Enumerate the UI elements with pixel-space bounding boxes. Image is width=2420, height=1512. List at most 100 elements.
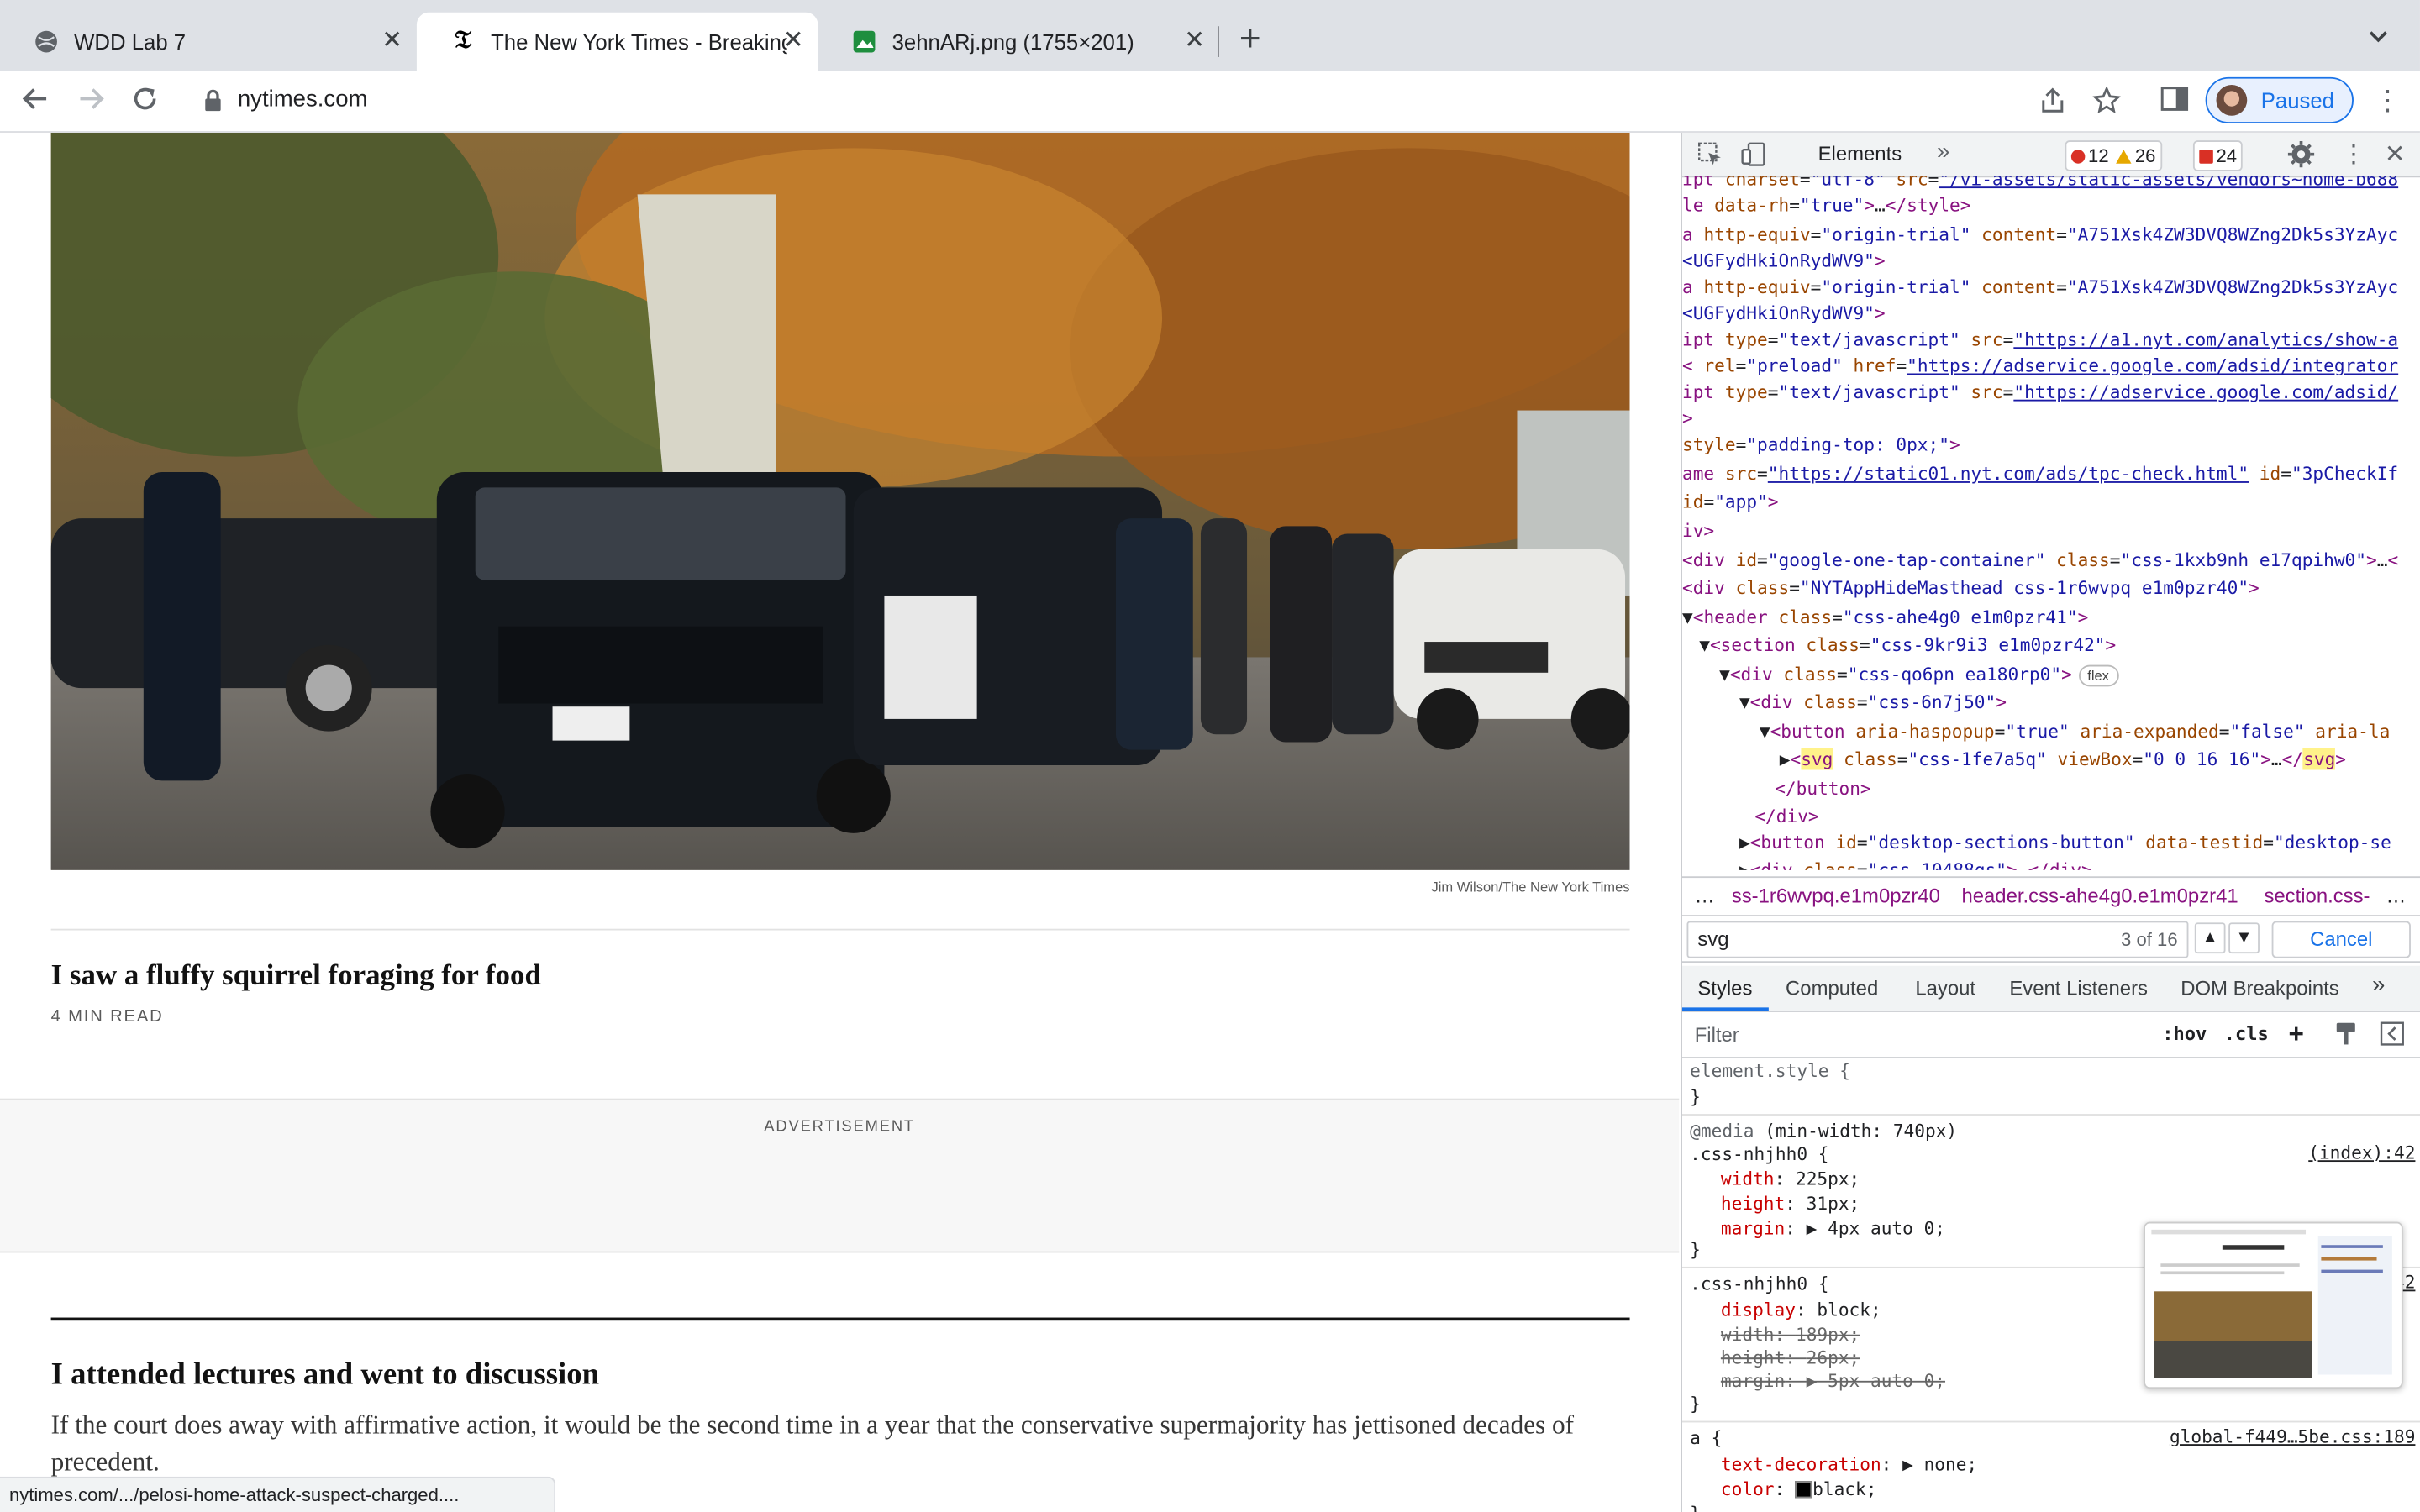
tab-styles[interactable]: Styles (1697, 977, 1752, 1000)
dom-node[interactable]: a http-equiv="origin-trial" content="A75… (1682, 275, 2398, 301)
dom-node[interactable]: < rel="preload" href="https://adservice.… (1682, 354, 2398, 380)
tab-dom-breakpoints[interactable]: DOM Breakpoints (2181, 977, 2338, 1000)
tab-wdd-lab[interactable]: WDD Lab 7 ✕ (0, 13, 417, 71)
tab-event-listeners[interactable]: Event Listeners (2009, 977, 2148, 1000)
article-headline[interactable]: I saw a fluffy squirrel foraging for foo… (51, 959, 541, 993)
new-tab-icon[interactable]: + (1239, 21, 1261, 58)
screenshot-thumbnail[interactable] (2144, 1221, 2403, 1389)
rule-selector[interactable]: .css-nhjhh0 { (1690, 1271, 1828, 1295)
close-icon[interactable]: ✕ (781, 29, 805, 54)
dom-node[interactable]: ipt charset="utf-8" src="/vi-assets/stat… (1682, 176, 2398, 192)
dom-node[interactable]: ▶<div class="css-10488qs">…</div> (1739, 858, 2092, 870)
css-property[interactable]: text-decoration: ▶ none; (1721, 1452, 1977, 1476)
side-panel-icon[interactable] (2160, 87, 2189, 119)
dom-tree[interactable]: ipt charset="utf-8" src="/vi-assets/stat… (1682, 176, 2420, 870)
add-rule-icon[interactable]: + (2289, 1018, 2304, 1047)
css-property[interactable]: display: block; (1721, 1298, 1881, 1322)
tab-computed[interactable]: Computed (1786, 977, 1878, 1000)
dom-node[interactable]: ipt type="text/javascript" src="https://… (1682, 380, 2398, 406)
css-property[interactable]: width: 225px; (1721, 1167, 1860, 1191)
breadcrumb-overflow-icon[interactable]: … (1695, 878, 1715, 915)
dom-node[interactable]: ipt type="text/javascript" src="https://… (1682, 327, 2398, 353)
forward-icon[interactable] (77, 85, 105, 118)
more-tabs-icon[interactable]: » (1937, 139, 1949, 165)
toggle-sidebar-icon[interactable] (2380, 1021, 2404, 1054)
article-summary[interactable]: If the court does away with affirmative … (51, 1407, 1579, 1481)
dom-node-selected[interactable]: ▶<svg class="css-1fe7a5q" viewBox="0 0 1… (1780, 747, 2346, 773)
devtools-menu-icon[interactable]: ⋮ (2341, 139, 2365, 170)
element-style-selector[interactable]: element.style { (1690, 1058, 1850, 1083)
issues-count[interactable]: 24 (2192, 140, 2244, 171)
reload-icon[interactable] (131, 85, 159, 118)
share-icon[interactable] (2040, 87, 2065, 122)
dom-node[interactable]: ▶<button id="desktop-sections-button" da… (1739, 830, 2391, 856)
stylesheet-link[interactable]: (index):42 (2308, 1142, 2415, 1163)
url-text[interactable]: nytimes.com (238, 87, 368, 113)
breadcrumb-more-icon[interactable]: … (2386, 878, 2407, 915)
flex-badge[interactable]: flex (2078, 664, 2118, 687)
search-query[interactable]: svg (1697, 927, 1728, 951)
lock-icon[interactable] (203, 89, 222, 119)
close-icon[interactable]: ✕ (380, 29, 404, 54)
breadcrumb-item[interactable]: header.css-ahe4g0.e1m0pzr41 (1961, 878, 2238, 915)
class-toggle[interactable]: .cls (2224, 1023, 2269, 1045)
color-swatch[interactable] (1795, 1481, 1813, 1499)
tab-image[interactable]: 3ehnARj.png (1755×201) ✕ (818, 13, 1219, 71)
tab-nytimes[interactable]: 𝔗 The New York Times - Breaking ✕ (416, 12, 818, 71)
tab-elements[interactable]: Elements (1818, 142, 1902, 165)
profile-button[interactable]: Paused (2205, 76, 2354, 123)
dom-node[interactable]: iv> (1682, 518, 1714, 544)
breadcrumb-item[interactable]: section.css- (2264, 878, 2370, 915)
dom-node[interactable]: ▼<div class="css-6n7j50"> (1739, 690, 2007, 716)
device-toolbar-icon[interactable] (1741, 142, 1765, 175)
dom-node[interactable]: ame src="https://static01.nyt.com/ads/tp… (1682, 461, 2398, 487)
previous-match-icon[interactable]: ▲ (2194, 922, 2226, 954)
chevron-down-icon[interactable] (2367, 24, 2389, 54)
bookmark-star-icon[interactable] (2092, 86, 2122, 122)
dom-node[interactable]: > (1682, 406, 1693, 432)
breadcrumb-item[interactable]: ss-1r6wvpq.e1m0pzr40 (1732, 878, 1940, 915)
inspect-element-icon[interactable] (1697, 142, 1722, 175)
address-bar[interactable]: nytimes.com (185, 76, 2136, 125)
dom-node[interactable]: id="app"> (1682, 489, 1779, 515)
dom-node[interactable]: </button> (1775, 776, 1870, 802)
dom-node[interactable]: <div class="NYTAppHideMasthead css-1r6wv… (1682, 575, 2260, 601)
stylesheet-link[interactable]: global-f449…5be.css:189 (2170, 1425, 2415, 1447)
css-property[interactable]: margin: ▶ 4px auto 0; (1721, 1215, 1945, 1240)
settings-gear-icon[interactable] (2287, 140, 2315, 176)
hover-state-toggle[interactable]: :hov (2162, 1023, 2207, 1045)
dom-node[interactable]: <div id="google-one-tap-container" class… (1682, 548, 2398, 574)
cancel-search-button[interactable]: Cancel (2271, 921, 2411, 958)
tab-layout[interactable]: Layout (1915, 977, 1975, 1000)
next-match-icon[interactable]: ▼ (2228, 922, 2260, 954)
dom-node[interactable]: ▼<button aria-haspopup="true" aria-expan… (1760, 719, 2390, 745)
article-photo[interactable] (50, 132, 1630, 870)
dom-node[interactable]: ▼<div class="css-qo6pn ea180rp0"> flex (1719, 662, 2118, 688)
dom-node[interactable]: style="padding-top: 0px;"> (1682, 432, 1960, 458)
dom-node[interactable]: a http-equiv="origin-trial" content="A75… (1682, 222, 2398, 248)
back-icon[interactable] (22, 85, 50, 118)
css-property-overridden[interactable]: margin: ▶ 5px auto 0; (1721, 1368, 1945, 1393)
css-property-overridden[interactable]: height: 26px; (1721, 1346, 1860, 1370)
css-property[interactable]: height: 31px; (1721, 1191, 1860, 1215)
rule-selector[interactable]: a { (1690, 1425, 1722, 1450)
close-devtools-icon[interactable]: ✕ (2385, 139, 2406, 170)
dom-node[interactable]: <UGFydHkiOnRydWV9"> (1682, 249, 1886, 275)
close-icon[interactable]: ✕ (1182, 29, 1207, 54)
dom-node[interactable]: ▼<section class="css-9kr9i3 e1m0pzr42"> (1699, 633, 2116, 659)
paint-brush-icon[interactable] (2335, 1021, 2357, 1054)
css-property-overridden[interactable]: width: 189px; (1721, 1322, 1860, 1347)
dom-node[interactable]: </div> (1754, 804, 1818, 830)
dom-node[interactable]: le data-rh="true">…</style> (1682, 193, 1970, 219)
dom-node[interactable]: ▼<header class="css-ahe4g0 e1m0pzr41"> (1682, 605, 2088, 631)
styles-filter-input[interactable]: Filter (1695, 1023, 1739, 1047)
property-value: 225px; (1795, 1168, 1860, 1190)
more-menu-icon[interactable]: ⋮ (2374, 85, 2402, 118)
more-tabs-icon[interactable]: » (2372, 972, 2385, 998)
dom-node[interactable]: <UGFydHkiOnRydWV9"> (1682, 301, 1886, 327)
console-counts[interactable]: 12 26 (2065, 140, 2162, 171)
css-property[interactable]: color: black; (1721, 1477, 1877, 1501)
article-headline[interactable]: I attended lectures and went to discussi… (51, 1357, 599, 1393)
rule-selector[interactable]: .css-nhjhh0 { (1690, 1142, 1828, 1166)
dom-search-input[interactable]: svg 3 of 16 (1686, 921, 2189, 958)
